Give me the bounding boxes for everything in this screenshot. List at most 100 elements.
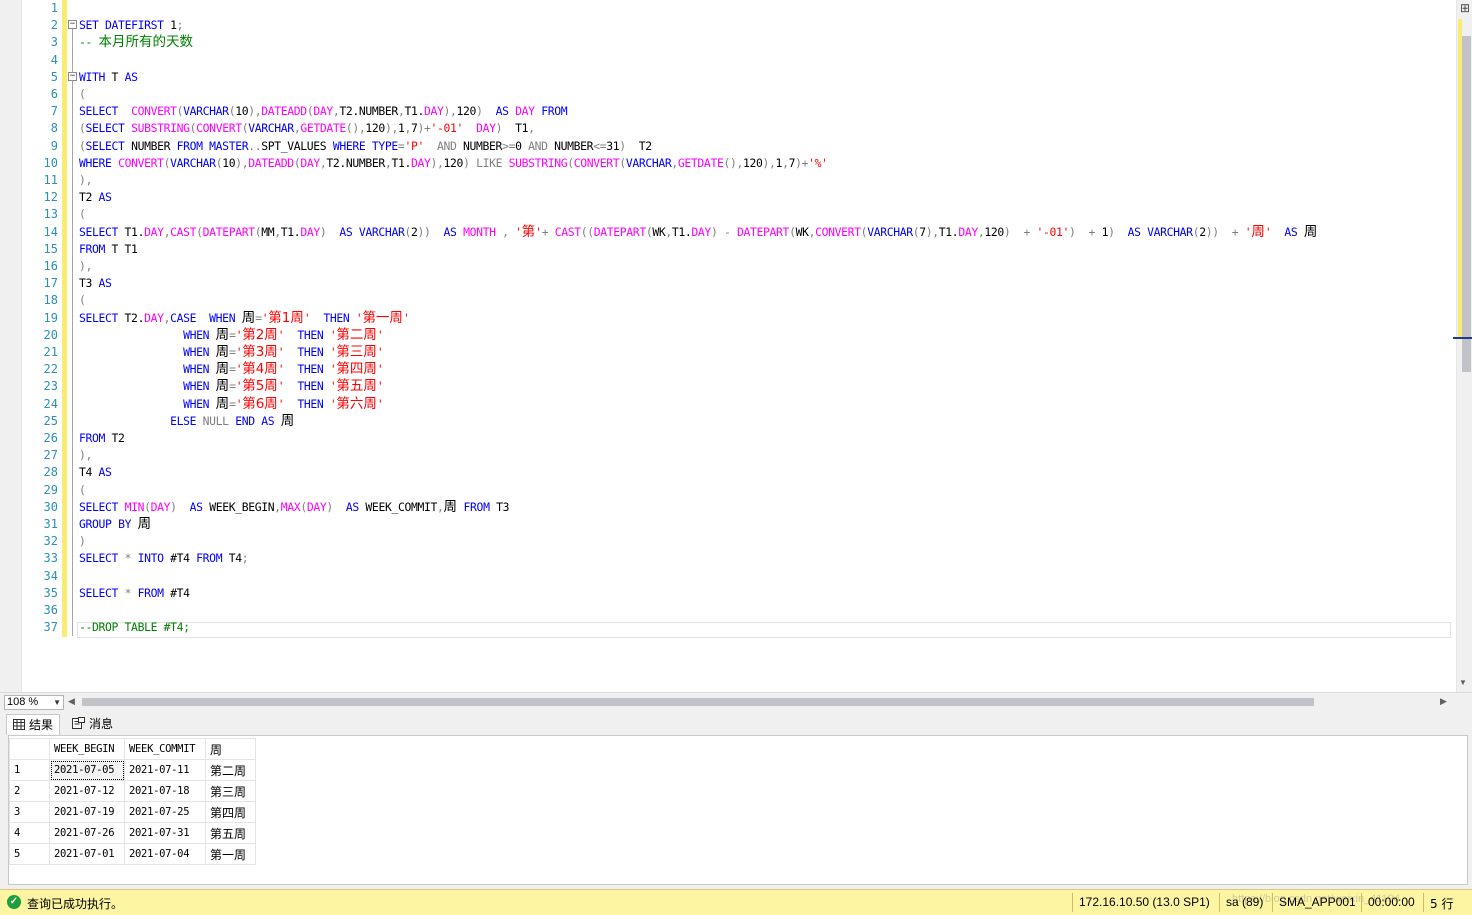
code-token: TYPE: [371, 138, 398, 153]
row-number[interactable]: 5: [9, 843, 50, 865]
sql-editor[interactable]: 1 2 3 4 5 6 7 8 9 10 11 12 13 14 15 16 17 18 19 20 21 22 23 24 2…: [0, 0, 1456, 692]
code-token: GETDATE: [677, 155, 724, 170]
scroll-right-arrow-icon[interactable]: ▶: [1440, 696, 1447, 707]
scroll-down-arrow-icon[interactable]: ▼: [1459, 678, 1467, 687]
tab-messages[interactable]: 消息: [66, 714, 119, 735]
code-line[interactable]: (: [79, 482, 86, 499]
grid-cell[interactable]: 2021-07-05: [49, 759, 125, 781]
code-token: WHEN: [183, 327, 210, 342]
table-row[interactable]: 4 2021-07-26 2021-07-31 第五周: [9, 822, 256, 844]
column-header-week-commit[interactable]: WEEK_COMMIT: [124, 738, 206, 760]
line-number: 13: [43, 207, 58, 222]
code-line[interactable]: WHEN 周='第3周' THEN '第三周': [79, 344, 384, 361]
status-bar: ✓ 查询已成功执行。 https://blog.csdn.net/weixin_…: [0, 889, 1472, 915]
code-line[interactable]: -- 本月所有的天数: [79, 34, 193, 51]
code-line[interactable]: ),: [79, 172, 92, 189]
line-number: 20: [43, 327, 58, 342]
code-token: SUBSTRING: [508, 155, 568, 170]
code-line[interactable]: WHERE CONVERT(VARCHAR(10),DATEADD(DAY,T2…: [79, 155, 828, 172]
grid-cell[interactable]: 2021-07-26: [49, 822, 125, 844]
code-line[interactable]: SELECT T2.DAY,CASE WHEN 周='第1周' THEN '第一…: [79, 310, 410, 327]
column-header-week-begin[interactable]: WEEK_BEGIN: [49, 738, 125, 760]
code-line[interactable]: WHEN 周='第2周' THEN '第二周': [79, 327, 384, 344]
grid-cell[interactable]: 第三周: [205, 780, 256, 802]
code-token: 周: [215, 361, 230, 378]
code-line[interactable]: GROUP BY 周: [79, 516, 151, 533]
vertical-scrollbar[interactable]: ⊞ ▼: [1453, 0, 1472, 692]
code-line[interactable]: ),: [79, 258, 92, 275]
code-line[interactable]: ELSE NULL END AS 周: [79, 413, 294, 430]
code-token: VARCHAR: [1147, 224, 1193, 239]
code-line[interactable]: FROM T T1: [79, 241, 138, 258]
results-grid-pane[interactable]: WEEK_BEGIN WEEK_COMMIT 周 1 2021-07-05 20…: [8, 735, 1468, 885]
table-row[interactable]: 5 2021-07-01 2021-07-04 第一周: [9, 843, 256, 865]
grid-cell[interactable]: 第一周: [205, 843, 256, 865]
code-token: SELECT: [79, 499, 119, 514]
grid-cell[interactable]: 2021-07-18: [124, 780, 206, 802]
vertical-scroll-thumb[interactable]: [1462, 36, 1471, 372]
grid-cell[interactable]: 2021-07-11: [124, 759, 206, 781]
zoom-select[interactable]: 108 % ▼: [4, 695, 64, 710]
collapse-region-icon[interactable]: −: [68, 20, 77, 29]
code-token: SELECT: [79, 585, 119, 600]
code-line[interactable]: SELECT * FROM #T4: [79, 585, 190, 602]
line-number: 6: [50, 87, 58, 101]
code-token: ),: [925, 224, 939, 239]
code-line[interactable]: SELECT T1.DAY,CAST(DATEPART(MM,T1.DAY) A…: [79, 224, 1317, 241]
code-token: AND: [436, 138, 457, 153]
grid-cell[interactable]: 第五周: [205, 822, 256, 844]
row-number[interactable]: 2: [9, 780, 50, 802]
table-row[interactable]: 1 2021-07-05 2021-07-11 第二周: [9, 759, 256, 781]
table-row[interactable]: 3 2021-07-19 2021-07-25 第四周: [9, 801, 256, 823]
row-number[interactable]: 3: [9, 801, 50, 823]
split-window-icon[interactable]: ⊞: [1457, 0, 1472, 17]
grid-cell[interactable]: 2021-07-04: [124, 843, 206, 865]
code-line[interactable]: (SELECT NUMBER FROM MASTER..SPT_VALUES W…: [79, 138, 652, 155]
horizontal-scroll-thumb[interactable]: [82, 698, 1314, 706]
code-line[interactable]: WHEN 周='第4周' THEN '第四周': [79, 361, 384, 378]
code-line[interactable]: (: [79, 86, 86, 103]
code-line[interactable]: SET DATEFIRST 1;: [79, 17, 183, 34]
code-token: WITH: [79, 69, 106, 84]
indicator-margin: [0, 0, 22, 692]
code-line[interactable]: --DROP TABLE #T4;: [79, 619, 190, 636]
grid-cell[interactable]: 第二周: [205, 759, 256, 781]
code-line[interactable]: (: [79, 292, 86, 309]
code-line[interactable]: SELECT CONVERT(VARCHAR(10),DATEADD(DAY,T…: [79, 103, 568, 120]
grid-cell[interactable]: 2021-07-19: [49, 801, 125, 823]
scroll-left-arrow-icon[interactable]: ◀: [68, 696, 75, 707]
code-line[interactable]: T3 AS: [79, 275, 112, 292]
code-line[interactable]: FROM T2: [79, 430, 125, 447]
grid-cell[interactable]: 第四周: [205, 801, 256, 823]
code-line[interactable]: (: [79, 206, 86, 223]
grid-cell[interactable]: 2021-07-12: [49, 780, 125, 802]
table-row[interactable]: 2 2021-07-12 2021-07-18 第三周: [9, 780, 256, 802]
results-grid[interactable]: WEEK_BEGIN WEEK_COMMIT 周 1 2021-07-05 20…: [9, 738, 256, 865]
grid-cell[interactable]: 2021-07-31: [124, 822, 206, 844]
grid-corner[interactable]: [9, 738, 50, 760]
code-token: ;: [241, 551, 249, 566]
code-line[interactable]: SELECT * INTO #T4 FROM T4;: [79, 550, 249, 567]
chevron-down-icon[interactable]: ▼: [53, 696, 61, 709]
grid-cell[interactable]: 2021-07-01: [49, 843, 125, 865]
collapse-region-icon[interactable]: −: [68, 72, 77, 81]
code-line[interactable]: T4 AS: [79, 464, 112, 481]
row-number[interactable]: 4: [9, 822, 50, 844]
code-token: 本月所有的天数: [98, 34, 194, 51]
code-line[interactable]: WHEN 周='第6周' THEN '第六周': [79, 396, 384, 413]
row-number[interactable]: 1: [9, 759, 50, 781]
code-line[interactable]: (SELECT SUBSTRING(CONVERT(VARCHAR,GETDAT…: [79, 120, 535, 137]
code-line[interactable]: ),: [79, 447, 92, 464]
grid-cell[interactable]: 2021-07-25: [124, 801, 206, 823]
code-line[interactable]: WHEN 周='第5周' THEN '第五周': [79, 378, 384, 395]
code-token: ): [79, 534, 86, 549]
code-line[interactable]: ): [79, 533, 86, 550]
line-number: 9: [50, 138, 58, 153]
code-token: T1.: [938, 224, 959, 239]
code-token: ': [376, 345, 384, 359]
code-line[interactable]: SELECT MIN(DAY) AS WEEK_BEGIN,MAX(DAY) A…: [79, 499, 509, 516]
tab-results[interactable]: 结果: [6, 714, 61, 735]
code-line[interactable]: WITH T AS: [79, 69, 138, 86]
code-line[interactable]: T2 AS: [79, 189, 112, 206]
column-header-week[interactable]: 周: [205, 738, 256, 760]
